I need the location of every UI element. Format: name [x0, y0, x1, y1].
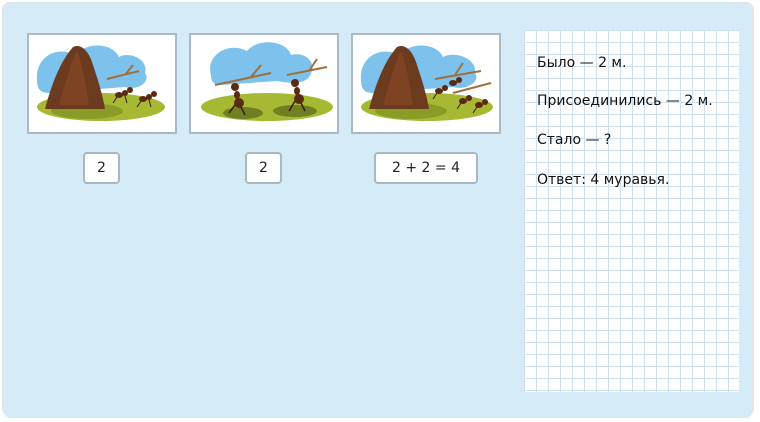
picture-card-3[interactable]: [351, 33, 501, 134]
answer-chip-1[interactable]: 2: [83, 152, 120, 184]
note-line-4: Ответ: 4 муравья.: [537, 172, 670, 188]
anthill-with-four-ants-image: [360, 45, 493, 121]
answer-chip-2[interactable]: 2: [245, 152, 282, 184]
anthill-with-two-ants-image: [36, 45, 165, 121]
picture-card-2[interactable]: [189, 33, 339, 134]
two-ants-carrying-twigs-image: [201, 42, 333, 121]
notebook-panel: Было — 2 м. Присоединились — 2 м. Стало …: [524, 30, 739, 392]
note-line-1: Было — 2 м.: [537, 55, 627, 71]
answer-chip-3[interactable]: 2 + 2 = 4: [374, 152, 478, 184]
note-line-3: Стало — ?: [537, 132, 612, 148]
picture-card-1[interactable]: [27, 33, 177, 134]
note-line-2: Присоединились — 2 м.: [537, 93, 713, 109]
